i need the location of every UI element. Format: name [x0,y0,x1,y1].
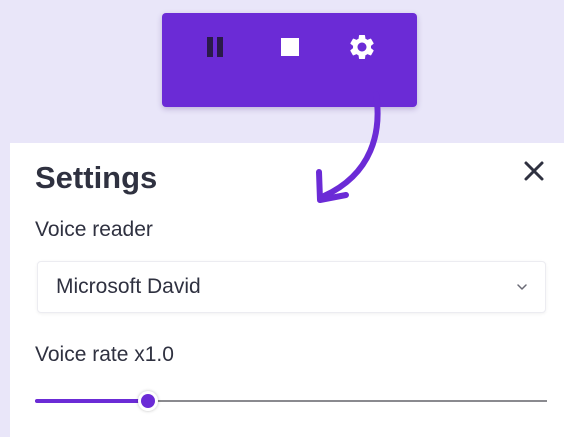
pause-icon [207,37,223,57]
gear-icon [350,34,374,59]
pause-button[interactable] [196,28,234,66]
settings-button[interactable] [343,28,381,66]
close-icon [524,161,544,181]
slider-thumb-dot [140,394,155,408]
voice-reader-label: Voice reader [35,218,153,241]
voice-reader-value: Microsoft David [56,275,201,298]
slider-thumb[interactable] [137,391,158,411]
stop-button[interactable] [271,28,309,66]
voice-rate-slider[interactable] [35,386,547,416]
settings-panel: Settings Voice reader Microsoft David Vo… [10,143,564,437]
voice-reader-select[interactable]: Microsoft David [37,261,546,313]
close-button[interactable] [520,157,548,185]
chevron-down-icon [517,284,527,290]
voice-rate-label: Voice rate x1.0 [35,343,174,366]
stop-icon [281,38,299,56]
slider-fill [35,399,148,403]
settings-title: Settings [35,160,158,195]
